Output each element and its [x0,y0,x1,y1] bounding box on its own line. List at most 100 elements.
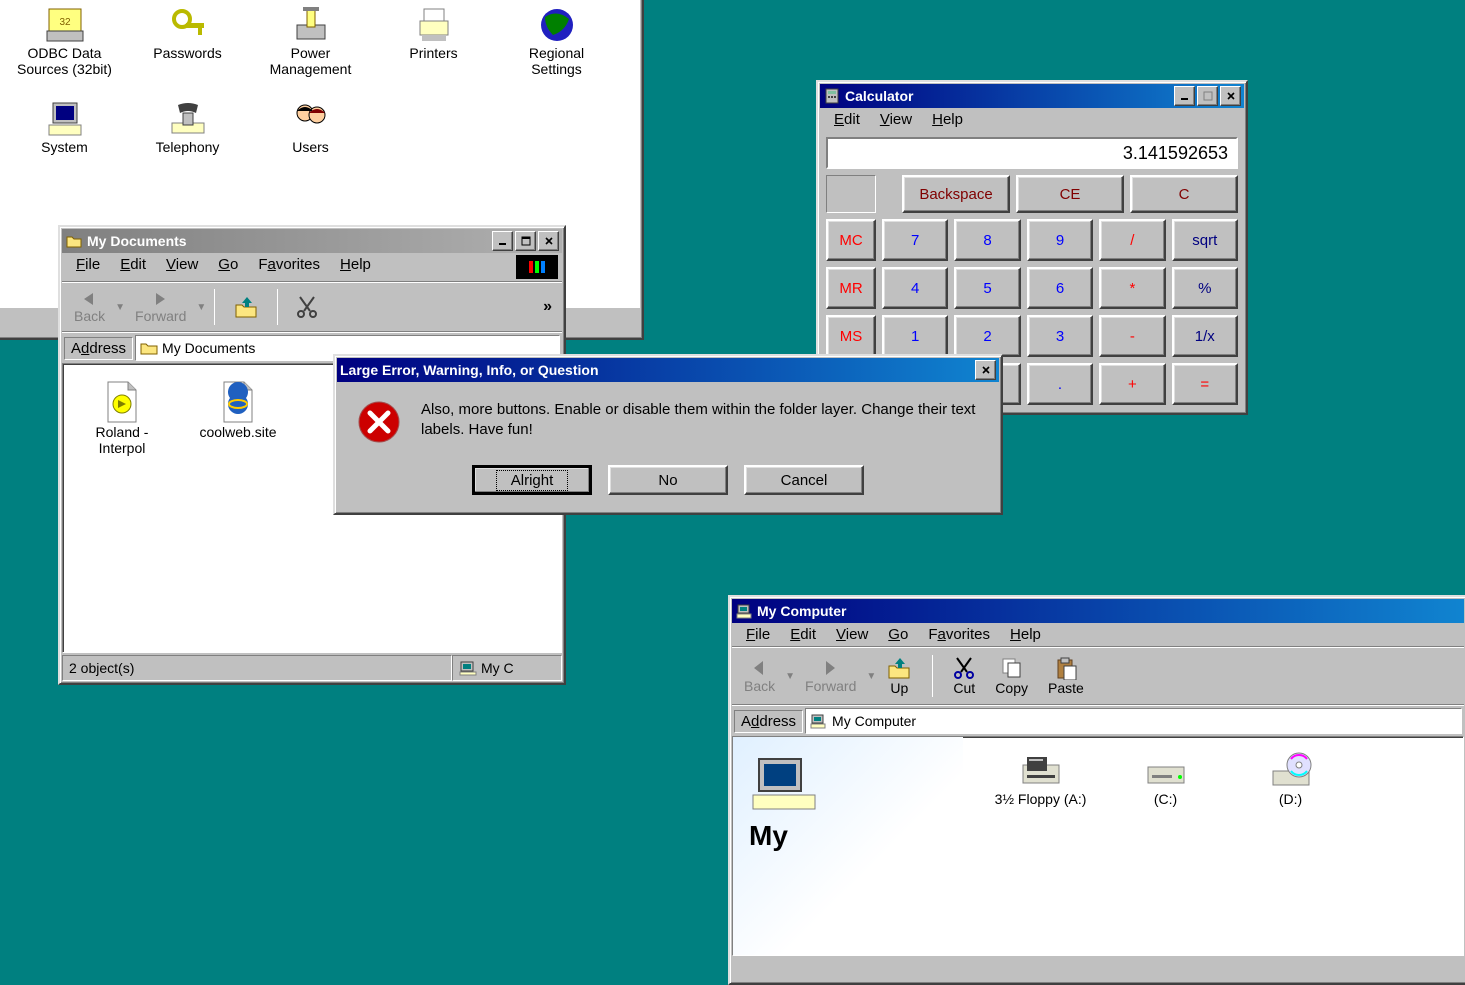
up-button[interactable] [223,293,269,321]
titlebar[interactable]: Large Error, Warning, Info, or Question [337,358,999,382]
backspace-button[interactable]: Backspace [902,175,1010,213]
calc-dot-button[interactable]: . [1027,363,1093,405]
drive-item[interactable]: (C:) [1118,751,1213,807]
calc-3-button[interactable]: 3 [1027,315,1093,357]
calc-divide-button[interactable]: / [1099,219,1165,261]
menu-edit[interactable]: Edit [780,625,826,644]
file-item[interactable]: coolweb.site [195,380,281,440]
icon-label: Regional Settings [509,45,604,77]
cut-button[interactable]: Cut [943,654,985,698]
overflow-chevron-icon[interactable]: » [543,298,560,316]
control-panel-item[interactable]: Power Management [263,5,358,77]
calc-2-button[interactable]: 2 [954,315,1020,357]
menu-view[interactable]: View [870,110,922,129]
maximize-button[interactable] [1197,86,1218,106]
ok-button[interactable]: Alright [472,465,592,495]
close-button[interactable] [975,360,996,380]
maximize-button[interactable] [515,231,536,251]
regional-settings-icon [537,5,577,45]
back-button[interactable]: Back [734,656,785,696]
calc-sqrt-button[interactable]: sqrt [1172,219,1238,261]
titlebar[interactable]: My Documents [62,229,562,253]
drive-item[interactable]: (D:) [1243,751,1338,807]
titlebar[interactable]: Calculator [820,84,1244,108]
menu-file[interactable]: File [66,255,110,279]
dialog-message: Also, more buttons. Enable or disable th… [421,400,979,447]
minimize-button[interactable] [1174,86,1195,106]
control-panel-item[interactable]: Printers [386,5,481,77]
calc-plus-button[interactable]: + [1099,363,1165,405]
telephony-icon [168,99,208,139]
menu-file[interactable]: File [736,625,780,644]
cut-button[interactable] [286,293,328,321]
cancel-button[interactable]: Cancel [744,465,864,495]
menu-go[interactable]: Go [878,625,918,644]
calc-9-button[interactable]: 9 [1027,219,1093,261]
back-button[interactable]: Back [64,288,115,326]
folder-icon [140,340,158,356]
toolbar-label: Copy [995,680,1028,696]
calc-percent-button[interactable]: % [1172,267,1238,309]
menubar: File Edit View Go Favorites Help [732,623,1464,647]
address-field[interactable]: My Computer [805,708,1462,734]
menu-edit[interactable]: Edit [824,110,870,129]
calc-1-button[interactable]: 1 [882,315,948,357]
menubar: Edit View Help [820,108,1244,131]
file-item[interactable]: Roland - Interpol [79,380,165,456]
drive-list[interactable]: My 3½ Floppy (A:) (C:) (D:) [732,736,1464,956]
calc-minus-button[interactable]: - [1099,315,1165,357]
c-button[interactable]: C [1130,175,1238,213]
menu-help[interactable]: Help [1000,625,1051,644]
address-label: Address [64,337,133,360]
calc-ms-button[interactable]: MS [826,315,876,357]
control-panel-item[interactable]: Passwords [140,5,235,77]
calc-4-button[interactable]: 4 [882,267,948,309]
scissors-icon [953,656,975,680]
power-management-icon [291,5,331,45]
ce-button[interactable]: CE [1016,175,1124,213]
menu-view[interactable]: View [826,625,878,644]
throbber-icon [516,255,558,279]
address-label: Address [734,710,803,733]
control-panel-item[interactable]: Telephony [140,99,235,155]
minimize-button[interactable] [492,231,513,251]
menu-help[interactable]: Help [922,110,973,129]
forward-button[interactable]: Forward [795,656,866,696]
menu-favorites[interactable]: Favorites [918,625,1000,644]
calc-7-button[interactable]: 7 [882,219,948,261]
status-text: 2 object(s) [62,655,452,681]
calc-reciprocal-button[interactable]: 1/x [1172,315,1238,357]
copy-button[interactable]: Copy [985,654,1038,698]
menu-go[interactable]: Go [208,255,248,279]
up-button[interactable]: Up [876,654,922,698]
menu-help[interactable]: Help [330,255,381,279]
calc-mr-button[interactable]: MR [826,267,876,309]
control-panel-item[interactable]: Regional Settings [509,5,604,77]
close-button[interactable] [1220,86,1241,106]
no-button[interactable]: No [608,465,728,495]
icon-label: Power Management [263,45,358,77]
calc-equals-button[interactable]: = [1172,363,1238,405]
menu-view[interactable]: View [156,255,208,279]
calc-multiply-button[interactable]: * [1099,267,1165,309]
calc-5-button[interactable]: 5 [954,267,1020,309]
paste-button[interactable]: Paste [1038,654,1094,698]
forward-button[interactable]: Forward [125,288,196,326]
control-panel-item[interactable]: 32 ODBC Data Sources (32bit) [17,5,112,77]
calc-mc-button[interactable]: MC [826,219,876,261]
menu-favorites[interactable]: Favorites [248,255,330,279]
icon-label: Telephony [156,139,220,155]
computer-icon [735,602,753,620]
status-zone: My C [452,655,562,681]
drive-item[interactable]: 3½ Floppy (A:) [993,751,1088,807]
titlebar[interactable]: My Computer [732,599,1464,623]
drive-label: 3½ Floppy (A:) [995,791,1087,807]
close-button[interactable] [538,231,559,251]
control-panel-item[interactable]: System [17,99,112,155]
calc-6-button[interactable]: 6 [1027,267,1093,309]
calc-8-button[interactable]: 8 [954,219,1020,261]
control-panel-item[interactable]: Users [263,99,358,155]
window-title: My Computer [757,603,1461,619]
menu-edit[interactable]: Edit [110,255,156,279]
address-value: My Computer [832,713,916,729]
